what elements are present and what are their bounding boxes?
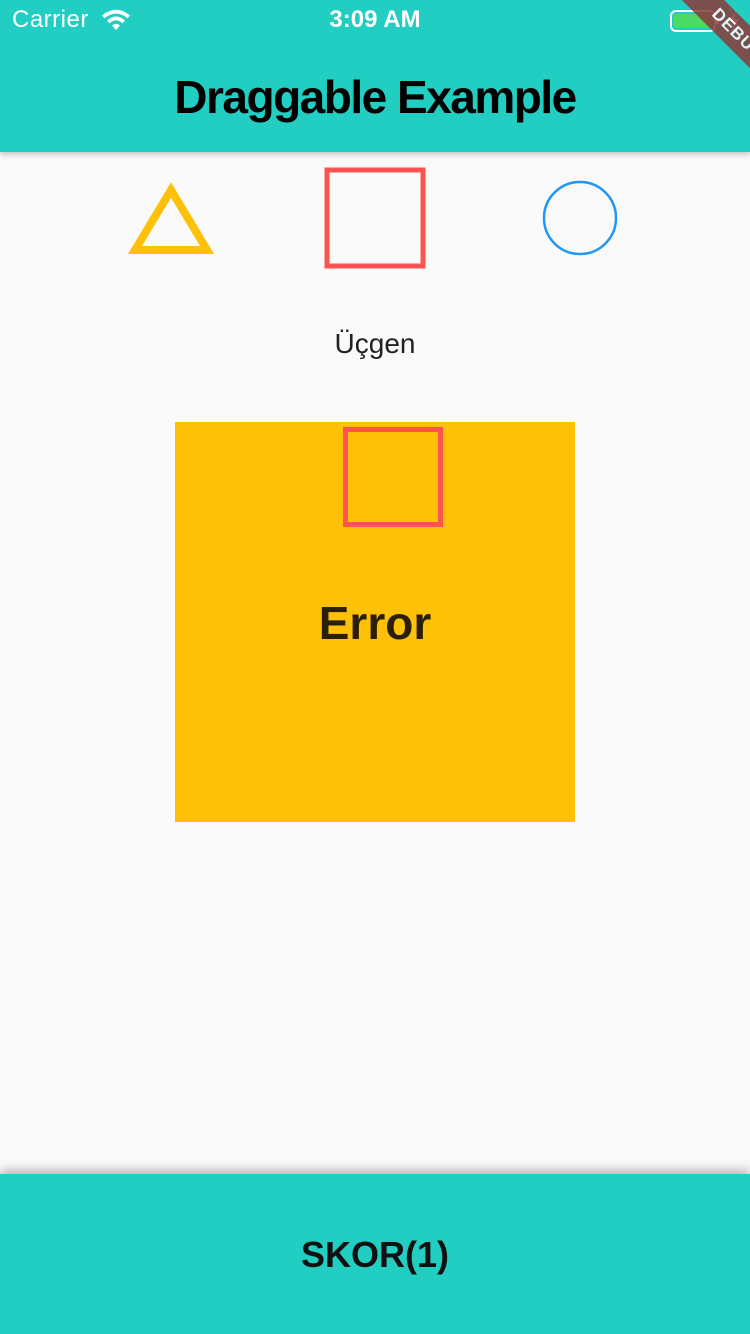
dropped-square (343, 427, 443, 527)
drop-result-text: Error (318, 597, 432, 649)
status-time: 3:09 AM (329, 6, 421, 33)
status-bar: Carrier 3:09 AM (0, 0, 750, 40)
charging-bolt-icon (729, 10, 739, 32)
app-bar: Carrier 3:09 AM Draggable Example (0, 0, 750, 152)
shape-name-label: Üçgen (334, 328, 416, 359)
draggable-square[interactable] (324, 167, 426, 269)
draggable-circle[interactable] (540, 178, 620, 258)
draggable-triangle[interactable] (128, 180, 214, 258)
page-title: Draggable Example (174, 71, 577, 123)
drop-target[interactable]: Error (175, 422, 575, 822)
score-label: SKOR(1) (300, 1234, 449, 1275)
score-bar: SKOR(1) (0, 1174, 750, 1334)
battery-icon (670, 10, 719, 32)
